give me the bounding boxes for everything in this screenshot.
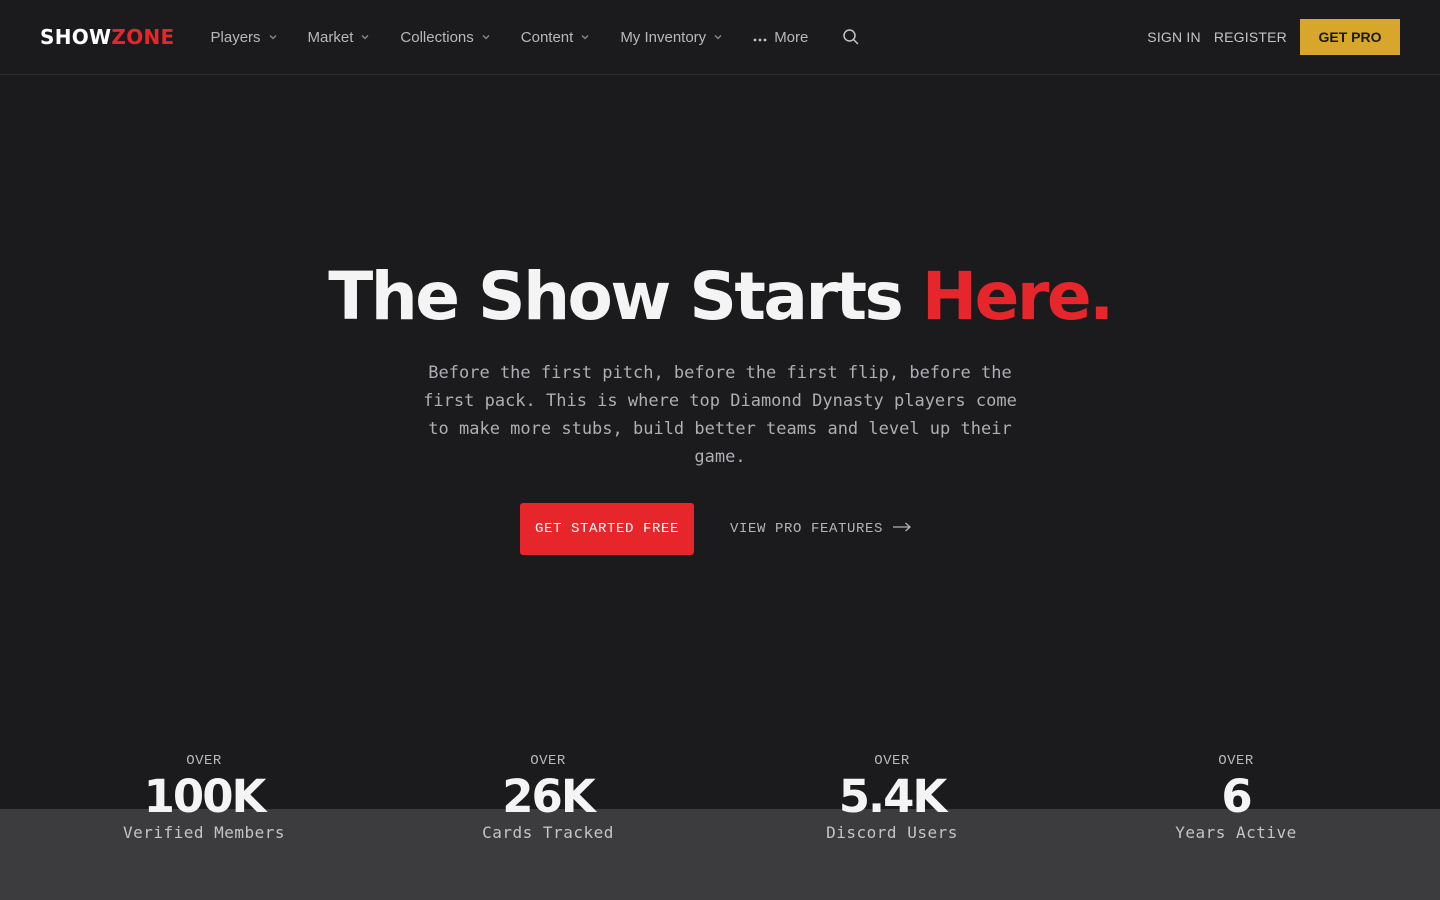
chevron-down-icon [580,32,590,42]
stat-cards-tracked: OVER 26K Cards Tracked [376,750,720,844]
search-icon[interactable] [842,28,860,46]
nav-item-content[interactable]: Content [521,29,591,46]
get-started-free-button[interactable]: GET STARTED FREE [520,503,694,555]
hero-title-main: The Show Starts [328,258,922,335]
stat-prefix: OVER [1218,753,1254,769]
stat-value: 26K [502,770,596,823]
sign-in-link[interactable]: SIGN IN [1147,29,1201,45]
stat-label: Verified Members [122,823,286,842]
nav-item-collections[interactable]: Collections [400,29,490,46]
page: SHOWZONE Players Market Collections Cont… [0,0,1440,900]
nav-item-label: Market [307,28,354,46]
stat-prefix: OVER [874,753,910,769]
nav-item-my-inventory[interactable]: My Inventory [620,29,723,46]
hero-subtitle: Before the first pitch, before the first… [423,363,1017,467]
view-pro-features-label: VIEW PRO FEATURES [730,521,884,537]
chevron-down-icon [360,32,370,42]
view-pro-features-link[interactable]: VIEW PRO FEATURES [730,503,912,555]
nav-item-label: More [774,28,809,46]
register-link[interactable]: REGISTER [1214,29,1287,45]
main-menu: Players Market Collections Content My In… [211,28,861,46]
stat-label: Cards Tracked [482,823,614,842]
stat-years-active: OVER 6 Years Active [1064,750,1408,844]
arrow-right-icon [892,521,912,537]
nav-item-market[interactable]: Market [308,29,371,46]
logo-part-zone: ZONE [111,25,175,49]
stat-prefix: OVER [530,753,566,769]
chevron-down-icon [481,32,491,42]
hero-title: The Show Starts Here. [0,258,1440,335]
chevron-down-icon [268,32,278,42]
stat-discord-users: OVER 5.4K Discord Users [720,750,1064,844]
get-pro-button[interactable]: GET PRO [1300,19,1400,55]
nav-item-label: My Inventory [620,28,707,46]
stat-verified-members: OVER 100K Verified Members [32,750,376,844]
chevron-down-icon [713,32,723,42]
hero-title-accent: Here. [921,258,1114,335]
top-nav: SHOWZONE Players Market Collections Cont… [0,0,1440,75]
nav-item-label: Players [210,28,261,46]
stat-value: 100K [143,770,267,823]
stat-prefix: OVER [186,753,222,769]
nav-item-more[interactable]: More [753,29,808,46]
stat-value: 5.4K [838,770,948,823]
stat-label: Years Active [1175,823,1297,842]
stat-value: 6 [1221,770,1252,823]
nav-item-label: Collections [400,28,474,46]
logo-part-show: SHOW [40,25,112,49]
nav-item-players[interactable]: Players [211,29,278,46]
showzone-logo[interactable]: SHOWZONE [40,25,175,49]
nav-item-label: Content [520,28,574,46]
auth-actions: SIGN IN REGISTER GET PRO [1134,19,1400,55]
stat-label: Discord Users [826,823,958,842]
more-dots-icon [753,29,767,46]
